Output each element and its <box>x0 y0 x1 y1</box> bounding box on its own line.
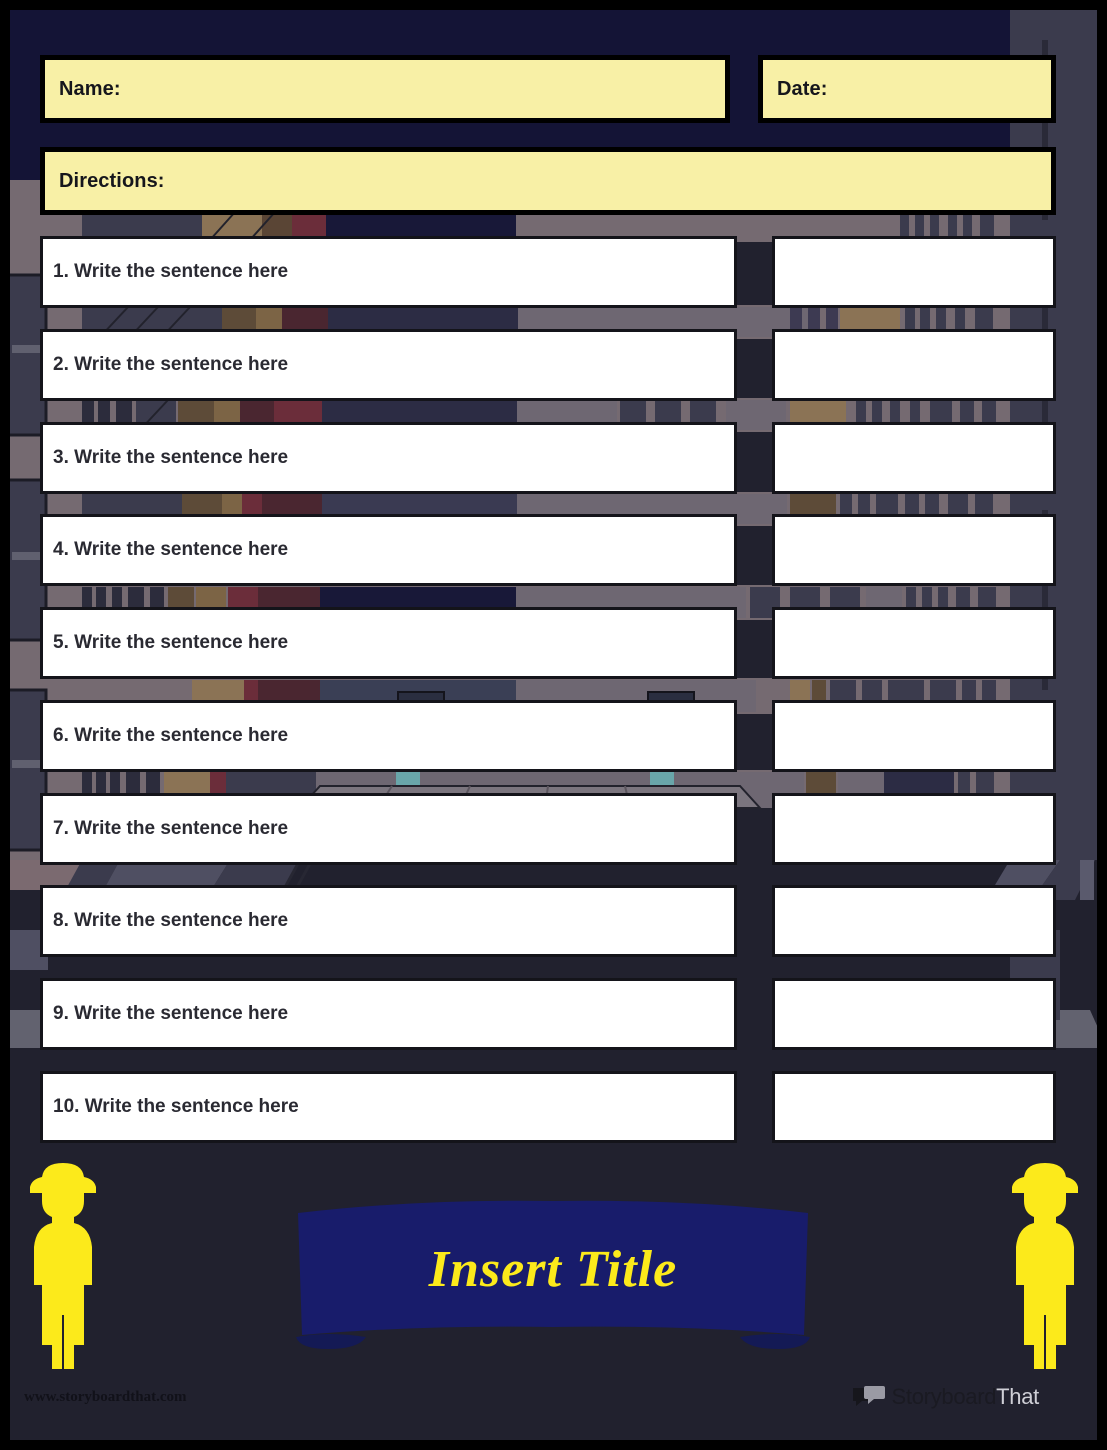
title-text: Insert Title <box>428 1241 678 1298</box>
sentence-row: 3. Write the sentence here <box>0 422 1107 494</box>
sentence-input-box[interactable]: 4. Write the sentence here <box>40 514 737 586</box>
answer-input-box[interactable] <box>772 514 1056 586</box>
frame-right-border <box>1097 0 1107 1450</box>
sentence-input-box[interactable]: 10. Write the sentence here <box>40 1071 737 1143</box>
sentence-placeholder-text: 5. Write the sentence here <box>53 632 289 653</box>
sentence-row: 6. Write the sentence here <box>0 700 1107 772</box>
sentence-placeholder-text: 2. Write the sentence here <box>53 354 289 375</box>
sentence-row: 1. Write the sentence here <box>0 236 1107 308</box>
answer-input-box[interactable] <box>772 1071 1056 1143</box>
answer-input-box[interactable] <box>772 885 1056 957</box>
frame-left-border <box>0 0 10 1450</box>
date-label: Date: <box>777 77 828 100</box>
answer-input-box[interactable] <box>772 793 1056 865</box>
answer-input-box[interactable] <box>772 700 1056 772</box>
answer-input-box[interactable] <box>772 607 1056 679</box>
footer-url: www.storyboardthat.com <box>24 1389 187 1405</box>
sentence-row: 4. Write the sentence here <box>0 514 1107 586</box>
sentence-row: 9. Write the sentence here <box>0 978 1107 1050</box>
sentence-row: 2. Write the sentence here <box>0 329 1107 401</box>
detective-silhouette-right <box>1000 1155 1090 1370</box>
sentence-input-box[interactable]: 3. Write the sentence here <box>40 422 737 494</box>
sentence-placeholder-text: 3. Write the sentence here <box>53 447 289 468</box>
sentence-row: 7. Write the sentence here <box>0 793 1107 865</box>
directions-field[interactable]: Directions: <box>40 147 1056 215</box>
frame-top-border <box>0 0 1107 10</box>
logo-secondary: That <box>996 1384 1039 1409</box>
sentence-placeholder-text: 7. Write the sentence here <box>53 818 289 839</box>
sentence-row: 8. Write the sentence here <box>0 885 1107 957</box>
storyboardthat-logo: StoryboardThat <box>852 1384 1040 1410</box>
date-field[interactable]: Date: <box>758 55 1056 123</box>
sentence-input-box[interactable]: 2. Write the sentence here <box>40 329 737 401</box>
title-banner[interactable]: Insert Title <box>288 1197 818 1349</box>
sentence-placeholder-text: 4. Write the sentence here <box>53 539 289 560</box>
answer-input-box[interactable] <box>772 236 1056 308</box>
sentence-input-box[interactable]: 7. Write the sentence here <box>40 793 737 865</box>
name-field[interactable]: Name: <box>40 55 730 123</box>
sentence-placeholder-text: 9. Write the sentence here <box>53 1003 289 1024</box>
sentence-input-box[interactable]: 8. Write the sentence here <box>40 885 737 957</box>
sentence-input-box[interactable]: 1. Write the sentence here <box>40 236 737 308</box>
sentence-placeholder-text: 6. Write the sentence here <box>53 725 289 746</box>
sentence-placeholder-text: 8. Write the sentence here <box>53 910 289 931</box>
directions-label: Directions: <box>59 169 165 192</box>
answer-input-box[interactable] <box>772 422 1056 494</box>
name-label: Name: <box>59 77 121 100</box>
sentence-placeholder-text: 10. Write the sentence here <box>53 1096 299 1117</box>
sentence-input-box[interactable]: 9. Write the sentence here <box>40 978 737 1050</box>
logo-text: StoryboardThat <box>891 1384 1040 1410</box>
sentence-input-box[interactable]: 5. Write the sentence here <box>40 607 737 679</box>
speech-bubble-icon <box>852 1386 885 1406</box>
sentence-row: 5. Write the sentence here <box>0 607 1107 679</box>
answer-input-box[interactable] <box>772 978 1056 1050</box>
sentence-row: 10. Write the sentence here <box>0 1071 1107 1143</box>
sentence-input-box[interactable]: 6. Write the sentence here <box>40 700 737 772</box>
detective-silhouette-left <box>18 1155 108 1370</box>
answer-input-box[interactable] <box>772 329 1056 401</box>
logo-primary: Storyboard <box>891 1384 997 1409</box>
worksheet-page: Name: Date: Directions: 1. Write the sen… <box>0 0 1107 1450</box>
frame-bottom-border <box>0 1440 1107 1450</box>
sentence-placeholder-text: 1. Write the sentence here <box>53 261 289 282</box>
